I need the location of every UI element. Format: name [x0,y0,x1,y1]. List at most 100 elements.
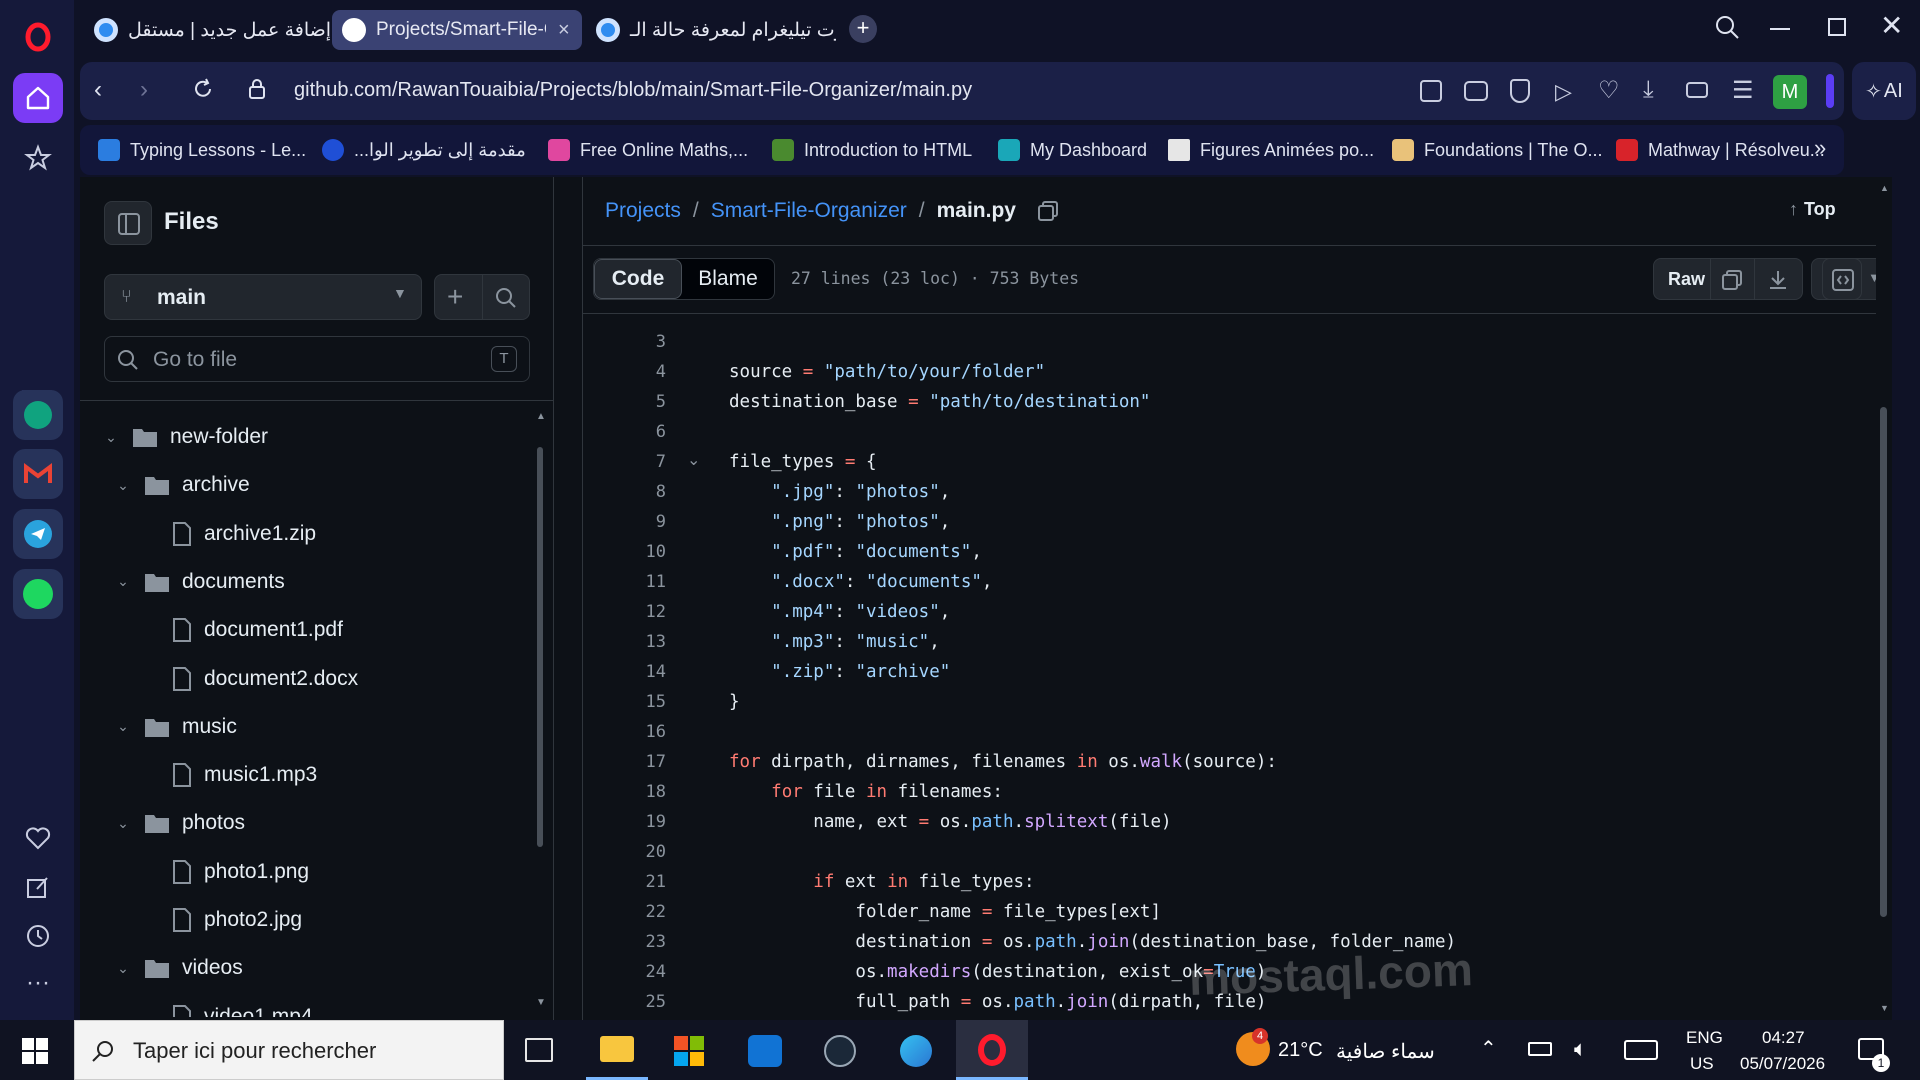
line-number[interactable]: 6 [583,422,666,442]
tab-telegram-bot[interactable]: بوت تيليغرام لمعرفة حالة الـ [586,10,836,50]
favorites-heart-icon[interactable] [13,813,63,863]
more-bookmarks-icon[interactable]: » [1814,135,1826,161]
home-icon[interactable] [13,73,63,123]
chevron-down-icon[interactable]: ⌄ [108,960,138,977]
input-lang[interactable]: ENG [1686,1028,1723,1048]
pinboard-icon[interactable] [13,862,63,912]
line-number[interactable]: 17 [583,752,666,772]
bookmark-foundations[interactable]: Foundations | The O... [1392,137,1602,163]
tree-file[interactable]: document2.docx [136,659,358,699]
tree-file[interactable]: archive1.zip [136,514,316,554]
bookmark-free-online-maths[interactable]: Free Online Maths,... [548,137,748,163]
edge-icon[interactable] [900,1035,932,1067]
tree-file[interactable]: music1.mp3 [136,755,317,795]
scroll-up-icon[interactable]: ▲ [536,411,546,422]
steam-icon[interactable] [824,1035,856,1067]
tree-file[interactable]: photo1.png [136,852,309,892]
url-field[interactable]: github.com/RawanTouaibia/Projects/blob/m… [294,79,972,102]
aria-ai-button[interactable]: ✧ AI [1852,62,1916,120]
tab-code[interactable]: Code [594,259,682,299]
bookmark-my-dashboard[interactable]: My Dashboard [998,137,1147,163]
line-number[interactable]: 5 [583,392,666,412]
forward-icon[interactable]: › [140,76,148,104]
line-number[interactable]: 15 [583,692,666,712]
tree-folder[interactable]: ⌄ documents [108,562,285,602]
opera-taskbar-icon[interactable] [956,1020,1028,1080]
windows-start-icon[interactable] [22,1038,48,1064]
battery-icon[interactable] [1528,1042,1552,1056]
weather-temp[interactable]: 21°C [1278,1039,1323,1062]
bookmark-intro-html[interactable]: Introduction to HTML [772,137,972,163]
telegram-icon[interactable] [13,509,63,559]
symbols-panel-button[interactable] [1822,258,1862,300]
close-tab-icon[interactable]: × [558,19,570,42]
breadcrumb-projects[interactable]: Projects [605,199,681,223]
copy-raw-icon[interactable] [1720,268,1744,292]
chevron-down-icon[interactable]: ⌄ [108,477,138,494]
my-flow-heart-icon[interactable]: ♡ [1598,76,1620,105]
back-icon[interactable]: ‹ [94,76,102,104]
scroll-down-icon[interactable]: ▼ [1880,1003,1889,1013]
line-number[interactable]: 25 [583,992,666,1012]
more-dots-icon[interactable]: ··· [13,958,63,1008]
adblock-shield-icon[interactable] [1510,79,1530,103]
bookmark-typing-lessons[interactable]: Typing Lessons - Le... [98,137,306,163]
volume-icon[interactable]: 🔈︎ [1574,1036,1587,1062]
spotify-icon[interactable] [13,569,63,619]
bookmark-mathway[interactable]: Mathway | Résolveu... [1616,137,1825,163]
line-number[interactable]: 7 [583,452,666,472]
task-view-icon[interactable] [525,1038,553,1062]
top-button[interactable]: ↑ Top [1789,199,1836,220]
gmail-icon[interactable] [13,449,63,499]
touch-keyboard-icon[interactable] [1624,1040,1658,1060]
easy-setup-menu-icon[interactable]: ☰ [1732,76,1754,105]
line-number[interactable]: 14 [583,662,666,682]
tab-mostaql[interactable]: إضافة عمل جديد | مستقل [84,10,334,50]
scroll-down-icon[interactable]: ▼ [536,997,546,1008]
scroll-up-icon[interactable]: ▲ [1880,183,1889,193]
line-number[interactable]: 19 [583,812,666,832]
line-number[interactable]: 24 [583,962,666,982]
taskbar-search-box[interactable]: Taper ici pour rechercher [74,1020,504,1080]
tree-folder[interactable]: ⌄ music [108,707,237,747]
line-number[interactable]: 20 [583,842,666,862]
bookmark-figures-animees[interactable]: Figures Animées po... [1168,137,1374,163]
tree-folder[interactable]: ⌄ archive [108,465,250,505]
go-to-file-input[interactable]: Go to file T [104,336,530,382]
opera-logo-icon[interactable] [13,12,63,62]
clock-date[interactable]: 05/07/2026 [1740,1054,1825,1074]
branch-selector[interactable]: ⑂ main ▼ [104,274,422,320]
download-icon[interactable]: ⤓ [1643,76,1654,104]
chevron-down-icon[interactable]: ⌄ [108,573,138,590]
line-number[interactable]: 9 [583,512,666,532]
reload-icon[interactable] [192,78,214,100]
battery-saver-icon[interactable] [1686,82,1708,98]
microsoft-store-icon[interactable] [674,1036,704,1066]
show-hidden-icons-chevron-icon[interactable]: ⌃ [1480,1036,1497,1061]
tree-file[interactable]: photo2.jpg [136,900,302,940]
download-icon[interactable] [1766,268,1790,292]
line-number[interactable]: 23 [583,932,666,952]
fold-chevron-icon[interactable]: ⌄ [687,450,700,470]
outlook-icon[interactable] [748,1035,782,1067]
line-number[interactable]: 22 [583,902,666,922]
minimize-window-icon[interactable] [1770,28,1790,30]
line-number[interactable]: 10 [583,542,666,562]
player-play-icon[interactable]: ▷ [1555,79,1572,105]
weather-desc[interactable]: سماء صافية [1336,1039,1435,1064]
collapse-panel-button[interactable] [104,201,152,245]
chatgpt-icon[interactable] [13,390,63,440]
tree-folder[interactable]: ⌄ videos [108,948,243,988]
line-number[interactable]: 18 [583,782,666,802]
tab-blame[interactable]: Blame [682,259,774,299]
lock-icon[interactable] [248,78,266,100]
tree-folder[interactable]: ⌄ new-folder [96,417,268,457]
scrollbar-thumb[interactable] [1880,407,1887,917]
chevron-down-icon[interactable]: ⌄ [96,429,126,446]
tree-folder[interactable]: ⌄ photos [108,803,245,843]
copy-path-icon[interactable] [1036,199,1060,223]
chevron-down-icon[interactable]: ⌄ [108,718,138,735]
input-region[interactable]: US [1690,1054,1714,1074]
close-window-icon[interactable]: ✕ [1880,12,1903,40]
search-icon[interactable] [495,287,517,309]
